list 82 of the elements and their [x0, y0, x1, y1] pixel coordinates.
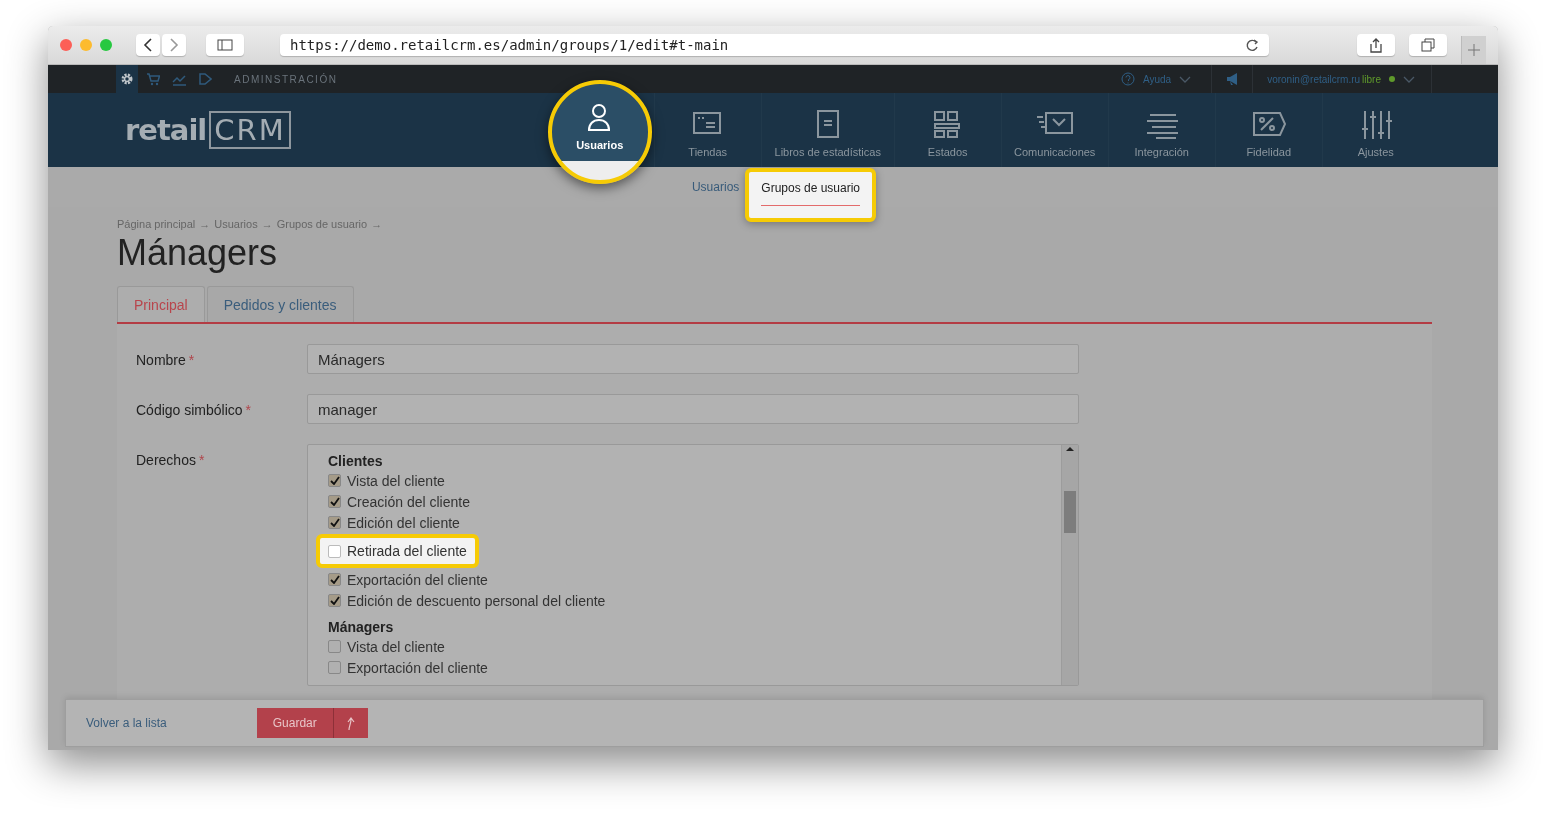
breadcrumb-link[interactable]: Grupos de usuario — [276, 218, 368, 230]
check-icon — [329, 497, 340, 506]
status-dot — [1389, 76, 1395, 82]
checkbox-label: Retirada del cliente — [347, 543, 467, 559]
window-control-icon[interactable] — [80, 39, 92, 51]
required-mark: * — [198, 452, 205, 468]
field-label: Código simbólico — [136, 402, 243, 418]
admin-tool-button[interactable] — [116, 65, 138, 93]
checkbox[interactable] — [328, 573, 341, 586]
play-icon — [198, 72, 212, 86]
help-icon[interactable] — [1120, 72, 1135, 86]
plan-label: libre — [1362, 73, 1381, 85]
help-link[interactable]: Ayuda — [1142, 73, 1172, 85]
breadcrumb-separator: → — [261, 218, 273, 230]
sliders-icon — [1359, 108, 1392, 139]
logo-text: retail — [125, 113, 207, 147]
required-mark: * — [188, 352, 195, 368]
page-title: Mánagers — [117, 232, 279, 274]
scrollbar[interactable] — [1061, 445, 1078, 685]
breadcrumb-link[interactable]: Página principal — [117, 218, 196, 230]
check-icon — [329, 518, 340, 527]
plus-icon — [1468, 44, 1480, 56]
chevron-down-icon[interactable] — [1179, 75, 1192, 83]
breadcrumb-separator: → — [199, 218, 211, 230]
check-icon — [329, 596, 340, 605]
checkbox-label: Exportación del cliente — [347, 571, 488, 588]
back-icon — [143, 38, 153, 52]
window-control-icon[interactable] — [60, 39, 72, 51]
save-menu-button[interactable] — [332, 708, 368, 738]
sidebar-button[interactable] — [206, 34, 244, 56]
group-heading: Mánagers — [328, 619, 395, 635]
arrow-up-icon — [345, 715, 356, 731]
field-label: Derechos — [136, 452, 196, 468]
user-email-link[interactable]: voronin@retailcrm.ru — [1267, 73, 1361, 85]
field-label: Nombre — [136, 352, 186, 368]
chevron-down-icon[interactable] — [1403, 75, 1415, 83]
checkbox[interactable] — [328, 474, 341, 487]
check-icon — [329, 476, 340, 485]
logo-text: CRM — [209, 111, 291, 149]
megaphone-icon[interactable] — [1226, 72, 1239, 86]
back-link[interactable]: Volver a la lista — [86, 716, 167, 730]
checkbox-label: Edición de descuento personal del cliente — [347, 592, 606, 609]
group-heading: Clientes — [328, 453, 384, 469]
new-tab-button[interactable] — [1461, 36, 1486, 64]
tab[interactable]: Pedidos y clientes — [206, 286, 354, 322]
text-field[interactable]: Mánagers — [307, 344, 1079, 374]
reload-icon[interactable] — [1246, 38, 1259, 52]
subnav-tab[interactable]: Grupos de usuario — [745, 168, 877, 222]
text-field[interactable]: manager — [307, 394, 1079, 424]
checkbox-label: Edición del cliente — [347, 514, 460, 531]
share-button[interactable] — [1357, 34, 1395, 56]
url-text: https://demo.retailcrm.es/admin/groups/1/edit#t-main — [290, 37, 730, 53]
forward-icon — [169, 38, 179, 52]
section-label: ADMINSTRACIÓN — [234, 73, 338, 85]
breadcrumb-link[interactable]: Usuarios — [214, 218, 258, 230]
checkbox-label: Exportación del cliente — [347, 659, 488, 676]
checkbox[interactable] — [328, 516, 341, 529]
window-control-icon[interactable] — [100, 39, 112, 51]
gear-icon — [120, 72, 134, 86]
tabs-button[interactable] — [1409, 34, 1447, 56]
checkbox[interactable] — [328, 544, 341, 558]
back-button[interactable] — [136, 34, 160, 56]
scroll-up-icon[interactable] — [1065, 445, 1075, 453]
check-icon — [329, 575, 340, 584]
checkbox[interactable] — [328, 661, 341, 674]
required-mark: * — [245, 402, 252, 418]
checkbox-label: Vista del cliente — [347, 472, 445, 489]
chart-line-icon — [172, 72, 186, 86]
checkbox-label: Vista del cliente — [347, 638, 445, 655]
sidebar-icon — [217, 39, 233, 51]
breadcrumb-separator: → — [371, 218, 383, 230]
scrollbar-thumb[interactable] — [1064, 491, 1076, 533]
tab[interactable]: Principal — [117, 286, 205, 322]
checkbox[interactable] — [328, 495, 341, 508]
cart-icon — [146, 72, 160, 86]
share-icon — [1368, 37, 1384, 53]
checkbox[interactable] — [328, 594, 341, 607]
checkbox-label: Creación del cliente — [347, 493, 470, 510]
tabs-icon — [1421, 38, 1435, 52]
checkbox[interactable] — [328, 640, 341, 653]
subnav-tab[interactable]: Usuarios — [685, 167, 746, 194]
address-field[interactable]: https://demo.retailcrm.es/admin/groups/1/edit#t-main — [280, 34, 1269, 56]
